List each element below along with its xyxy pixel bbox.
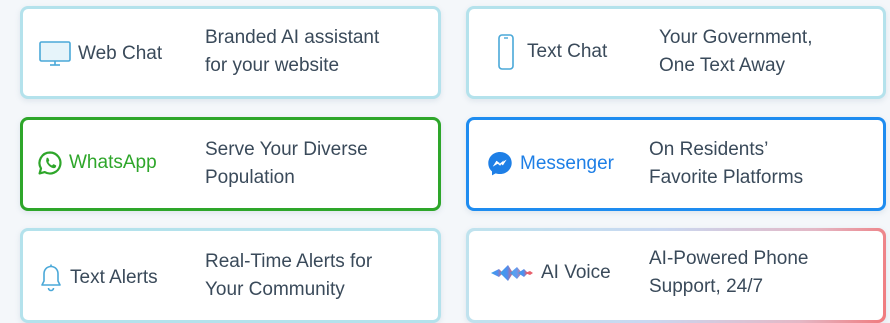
- description-line: Serve Your Diverse: [205, 139, 368, 160]
- description-line: Your Government,: [659, 27, 813, 48]
- channel-label-text-chat: Text Chat: [497, 33, 607, 71]
- channel-description: On Residents’ Favorite Platforms: [649, 136, 803, 192]
- monitor-icon: [38, 39, 72, 69]
- channel-name: Messenger: [520, 153, 614, 174]
- description-line: Support, 24/7: [649, 276, 764, 297]
- description-line: Real-Time Alerts for: [205, 251, 373, 272]
- channel-label-whatsapp: WhatsApp: [37, 150, 157, 176]
- channel-label-text-alerts: Text Alerts: [40, 263, 158, 293]
- channel-label-messenger: Messenger: [486, 150, 614, 178]
- description-line: Population: [205, 167, 295, 188]
- channel-card-whatsapp[interactable]: WhatsApp Serve Your Diverse Population: [20, 117, 441, 211]
- channel-description: Serve Your Diverse Population: [205, 136, 368, 192]
- channel-card-ai-voice[interactable]: AI Voice AI-Powered Phone Support, 24/7: [466, 228, 886, 323]
- channel-name: AI Voice: [541, 262, 611, 283]
- description-line: On Residents’: [649, 139, 769, 160]
- channel-card-messenger[interactable]: Messenger On Residents’ Favorite Platfor…: [466, 117, 886, 211]
- bell-icon: [40, 263, 62, 293]
- channel-card-text-alerts[interactable]: Text Alerts Real-Time Alerts for Your Co…: [20, 228, 441, 323]
- channel-label-ai-voice: AI Voice: [491, 261, 611, 285]
- channel-description: Your Government, One Text Away: [659, 24, 813, 80]
- phone-icon: [497, 33, 515, 71]
- channel-card-text-chat[interactable]: Text Chat Your Government, One Text Away: [466, 6, 886, 99]
- messenger-icon: [486, 150, 514, 178]
- description-line: AI-Powered Phone: [649, 248, 809, 269]
- whatsapp-icon: [37, 150, 63, 176]
- channel-name: WhatsApp: [69, 152, 157, 173]
- channel-card-web-chat[interactable]: Web Chat Branded AI assistant for your w…: [20, 6, 441, 99]
- description-line: Favorite Platforms: [649, 167, 804, 188]
- description-line: for your website: [205, 55, 340, 76]
- channel-description: AI-Powered Phone Support, 24/7: [649, 245, 809, 301]
- description-line: Branded AI assistant: [205, 27, 380, 48]
- channel-name: Text Chat: [527, 41, 608, 62]
- description-line: Your Community: [205, 279, 345, 300]
- channel-label-web-chat: Web Chat: [38, 39, 162, 69]
- channel-description: Branded AI assistant for your website: [205, 24, 379, 80]
- description-line: One Text Away: [659, 55, 786, 76]
- channel-description: Real-Time Alerts for Your Community: [205, 248, 372, 304]
- channel-name: Text Alerts: [70, 267, 158, 288]
- channel-name: Web Chat: [78, 43, 163, 64]
- voice-waveform-icon: [491, 261, 535, 285]
